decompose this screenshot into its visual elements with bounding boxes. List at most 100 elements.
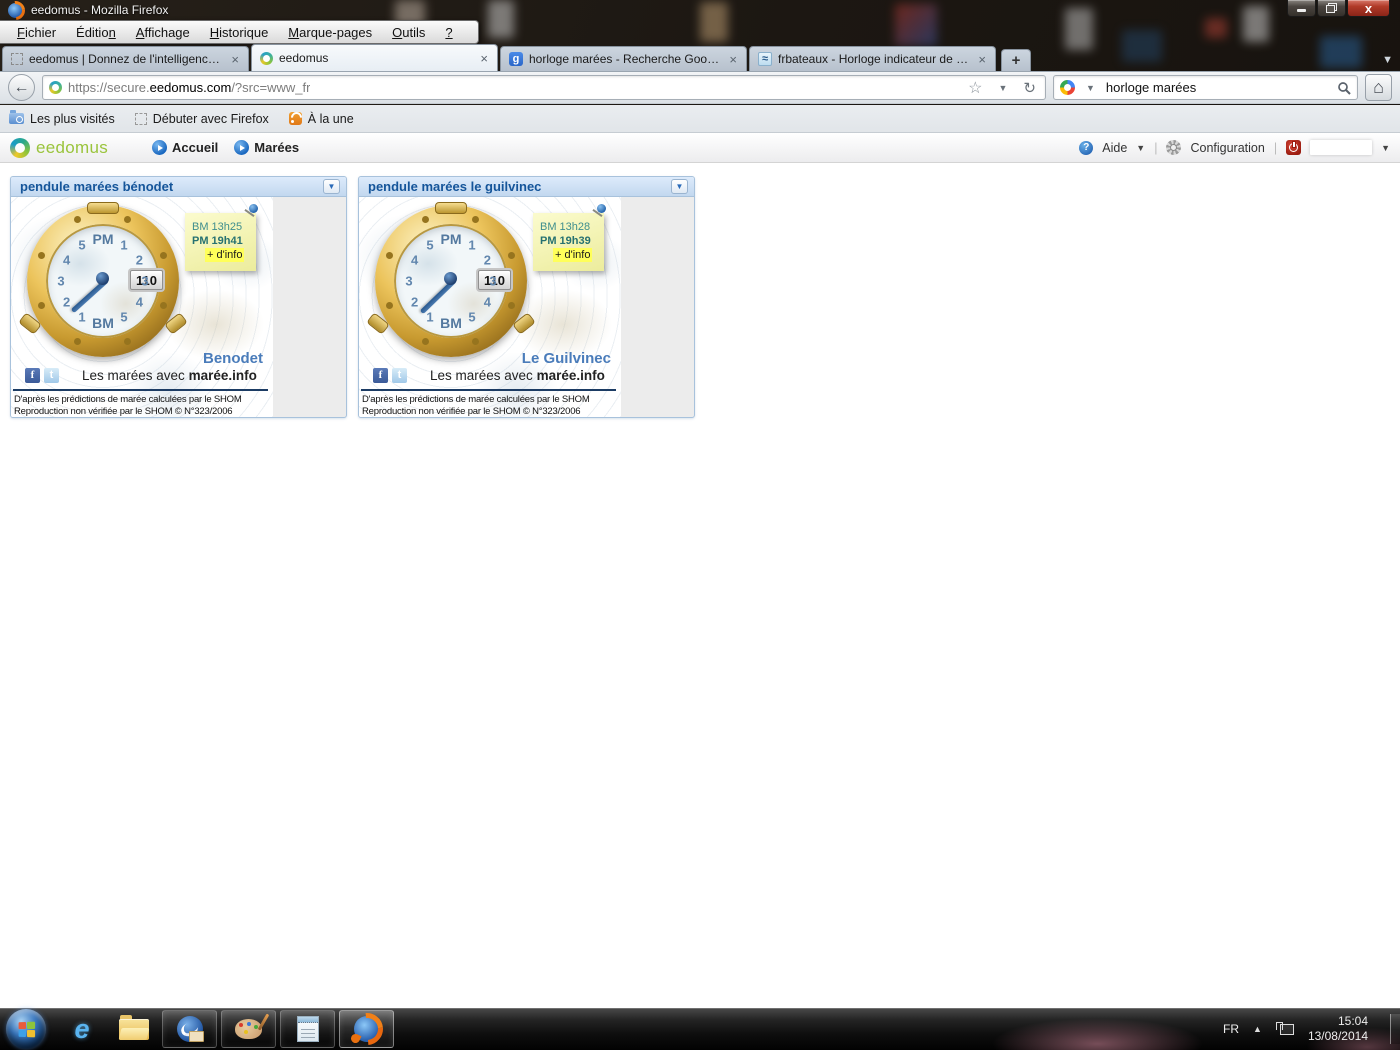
menu-item-outils[interactable]: Outils	[383, 23, 434, 42]
restore-button[interactable]	[1317, 0, 1346, 17]
thunderbird-icon	[177, 1016, 203, 1042]
location-link[interactable]: Benodet	[203, 350, 263, 367]
tide-dial: 110 PM12345BM12345	[46, 224, 160, 338]
dial-label: 3	[57, 274, 64, 289]
minimize-button[interactable]	[1287, 0, 1316, 17]
twitter-icon[interactable]: t	[44, 368, 59, 383]
thunderbird-button[interactable]	[162, 1010, 217, 1048]
search-bar[interactable]: ▼ horloge marées	[1053, 75, 1358, 100]
arrow-circle-icon	[234, 140, 249, 155]
reload-icon[interactable]: ↻	[1018, 79, 1041, 97]
help-icon: ?	[1079, 141, 1093, 155]
search-engine-dropdown-icon[interactable]: ▼	[1081, 83, 1100, 93]
tray-clock[interactable]: 15:04 13/08/2014	[1308, 1014, 1368, 1044]
start-button[interactable]	[6, 1009, 46, 1049]
tab-close-icon[interactable]: ×	[976, 53, 988, 66]
search-input[interactable]: horloge marées	[1106, 80, 1331, 95]
network-icon[interactable]	[1276, 1022, 1294, 1037]
tab-frbateaux[interactable]: ≈ frbateaux - Horloge indicateur de ma..…	[749, 46, 996, 71]
bookmark-most-visited[interactable]: Les plus visités	[9, 112, 115, 126]
bookmark-getting-started[interactable]: Débuter avec Firefox	[135, 112, 269, 126]
shom-disclaimer: D'après les prédictions de marée calculé…	[14, 394, 242, 405]
maree-info-credit: Les marées avec marée.info	[82, 368, 257, 383]
menu-item-fichier[interactable]: Fichier	[8, 23, 65, 42]
configuration-link[interactable]: Configuration	[1190, 141, 1264, 155]
internet-explorer-button[interactable]: e	[61, 1009, 103, 1049]
notepad-icon	[297, 1016, 319, 1042]
url-bar[interactable]: https://secure.eedomus.com/?src=www_fr ☆…	[42, 75, 1046, 100]
shom-disclaimer: D'après les prédictions de marée calculé…	[362, 394, 590, 405]
system-tray: FR ▲ 15:04 13/08/2014	[1223, 1014, 1400, 1044]
logout-icon[interactable]	[1286, 140, 1301, 155]
separator: |	[1154, 141, 1157, 155]
low-tide-time: BM 13h28	[540, 220, 599, 234]
url-dropdown-icon[interactable]: ▼	[994, 83, 1013, 93]
dial-label: 4	[411, 253, 418, 268]
bookmark-latest-headlines[interactable]: À la une	[289, 112, 354, 126]
location-link[interactable]: Le Guilvinec	[522, 350, 611, 367]
dial-label: PM	[441, 231, 462, 247]
widget-body: 110 PM12345BM12345 BM 13h25 PM 19h41 + d…	[11, 197, 346, 417]
tab-close-icon[interactable]: ×	[478, 52, 490, 65]
dial-label: 5	[426, 237, 433, 252]
search-icon[interactable]	[1337, 81, 1351, 95]
pushpin-icon	[249, 204, 258, 213]
paint-button[interactable]	[221, 1010, 276, 1048]
firefox-button[interactable]	[339, 1010, 394, 1048]
dial-label: PM	[93, 231, 114, 247]
desktop-icon-blur	[1205, 18, 1227, 38]
window-controls: x	[1287, 0, 1390, 17]
dial-label: 3	[141, 274, 148, 289]
menu-item-affichage[interactable]: Affichage	[127, 23, 199, 42]
divider	[361, 389, 616, 391]
site-identity-icon[interactable]	[49, 81, 62, 94]
tide-sticky-note: BM 13h25 PM 19h41 + d'info	[185, 213, 256, 271]
back-button[interactable]: ←	[8, 74, 35, 101]
show-desktop-button[interactable]	[1390, 1014, 1400, 1044]
notepad-button[interactable]	[280, 1010, 335, 1048]
arrow-circle-icon	[152, 140, 167, 155]
nav-link-accueil[interactable]: Accueil	[152, 140, 218, 155]
tab-eedomus-secure[interactable]: eedomus ×	[251, 44, 498, 71]
widget-tide-guilvinec: pendule marées le guilvinec ▼ 110	[358, 176, 695, 418]
shom-disclaimer: Reproduction non vérifiée par le SHOM © …	[14, 406, 232, 417]
new-tab-button[interactable]: +	[1001, 49, 1031, 71]
twitter-icon[interactable]: t	[392, 368, 407, 383]
widget-tide-benodet: pendule marées bénodet ▼ 110	[10, 176, 347, 418]
tab-close-icon[interactable]: ×	[229, 53, 241, 66]
user-caret-icon[interactable]: ▼	[1381, 143, 1390, 153]
taskbar: e FR ▲ 15:04 13/08/2014	[0, 1008, 1400, 1050]
widget-menu-button[interactable]: ▼	[671, 179, 688, 194]
close-button[interactable]: x	[1347, 0, 1390, 17]
language-indicator[interactable]: FR	[1223, 1022, 1239, 1036]
porthole-hinge	[435, 202, 467, 214]
dial-label: 4	[63, 253, 70, 268]
menu-item-edition[interactable]: Édition	[67, 23, 125, 42]
windows-explorer-button[interactable]	[113, 1009, 155, 1049]
search-engine-icon[interactable]	[1060, 80, 1075, 95]
tab-google-search[interactable]: g horloge marées - Recherche Google ×	[500, 46, 747, 71]
dial-label: 2	[411, 295, 418, 310]
tab-eedomus-www[interactable]: eedomus | Donnez de l'intelligence à ...…	[2, 46, 249, 71]
bookmark-star-icon[interactable]: ☆	[963, 78, 987, 98]
more-info-link[interactable]: + d'info	[205, 248, 244, 262]
tab-close-icon[interactable]: ×	[727, 53, 739, 66]
google-favicon: g	[509, 52, 523, 66]
tide-sticky-note: BM 13h28 PM 19h39 + d'info	[533, 213, 604, 271]
facebook-icon[interactable]: f	[25, 368, 40, 383]
more-info-link[interactable]: + d'info	[553, 248, 592, 262]
divider	[13, 389, 268, 391]
nav-link-marees[interactable]: Marées	[234, 140, 299, 155]
shom-disclaimer: Reproduction non vérifiée par le SHOM © …	[362, 406, 580, 417]
home-button[interactable]: ⌂	[1365, 74, 1392, 101]
tab-list-dropdown-icon[interactable]: ▼	[1382, 54, 1393, 66]
menu-item-aide[interactable]: ?	[436, 23, 461, 42]
aide-caret-icon[interactable]: ▼	[1136, 143, 1145, 153]
menu-item-historique[interactable]: Historique	[201, 23, 278, 42]
facebook-icon[interactable]: f	[373, 368, 388, 383]
widget-menu-button[interactable]: ▼	[323, 179, 340, 194]
menu-item-marque-pages[interactable]: Marque-pages	[279, 23, 381, 42]
dial-label: 5	[468, 310, 475, 325]
aide-menu[interactable]: Aide	[1102, 141, 1127, 155]
tray-expand-icon[interactable]: ▲	[1253, 1024, 1262, 1034]
